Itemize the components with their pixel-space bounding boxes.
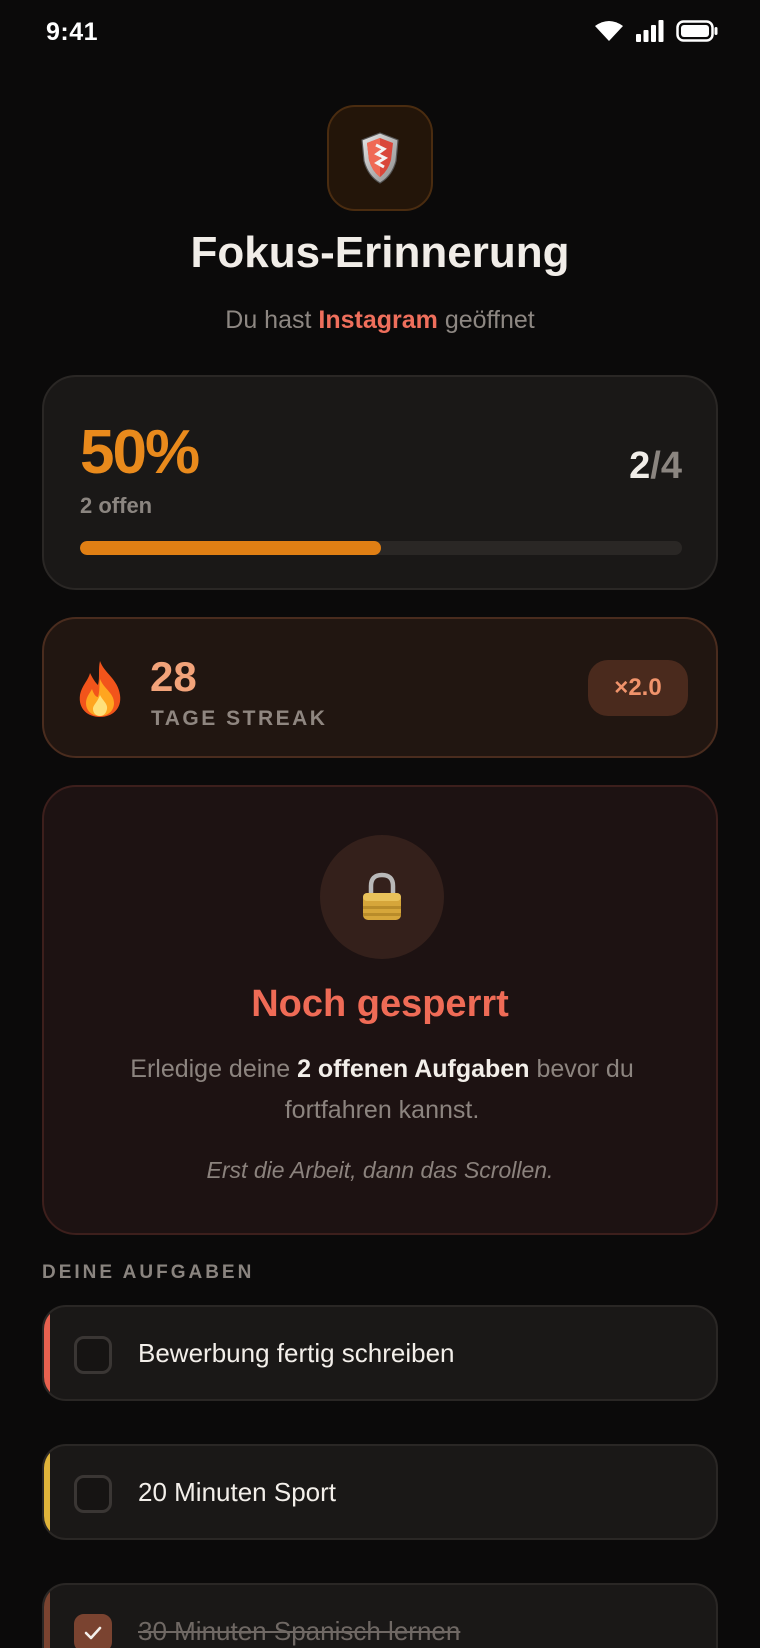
streak-card: 28 TAGE STREAK ×2.0 xyxy=(42,617,718,758)
progress-percent: 50% xyxy=(80,418,200,487)
task-label: 30 Minuten Spanisch lernen xyxy=(138,1615,461,1646)
streak-days: 28 xyxy=(150,653,197,700)
wifi-icon xyxy=(595,21,623,41)
task-checkbox[interactable] xyxy=(74,1336,112,1374)
flame-icon xyxy=(79,661,121,717)
progress-done: 2 xyxy=(629,445,651,487)
task-item[interactable]: Bewerbung fertig schreiben xyxy=(42,1305,718,1401)
progress-card: 50% 2 offen 2/4 xyxy=(42,375,718,590)
progress-open-count: 2 offen xyxy=(80,493,153,518)
status-icons xyxy=(594,20,718,42)
lock-message-highlight: 2 offenen Aufgaben xyxy=(297,1055,530,1083)
task-priority-accent xyxy=(44,1585,50,1648)
streak-label: TAGE STREAK xyxy=(151,707,328,730)
progress-bar-fill xyxy=(80,541,381,555)
task-priority-accent xyxy=(44,1307,50,1399)
blocked-app-name: Instagram xyxy=(318,306,438,334)
streak-multiplier-badge: ×2.0 xyxy=(588,660,688,716)
status-bar: 9:41 xyxy=(0,0,760,70)
page-subtitle: Du hast Instagram geöffnet xyxy=(0,306,760,335)
checkmark-icon xyxy=(84,1626,102,1640)
lock-title: Noch gesperrt xyxy=(251,983,509,1025)
lock-card: Noch gesperrt Erledige deine 2 offenen A… xyxy=(42,785,718,1235)
shield-icon xyxy=(361,132,399,184)
task-item[interactable]: 30 Minuten Spanisch lernen xyxy=(42,1583,718,1648)
task-label: Bewerbung fertig schreiben xyxy=(138,1337,455,1368)
status-time: 9:41 xyxy=(46,18,99,46)
lock-icon-container xyxy=(320,835,444,959)
lock-message: Erledige deine 2 offenen Aufgaben bevor … xyxy=(114,1049,650,1131)
task-label: 20 Minuten Sport xyxy=(138,1476,337,1507)
subtitle-prefix: Du hast xyxy=(225,306,312,334)
app-icon xyxy=(327,105,433,211)
progress-slash: / xyxy=(650,445,661,487)
lock-quote: Erst die Arbeit, dann das Scrollen. xyxy=(206,1157,554,1183)
task-checkbox[interactable] xyxy=(74,1614,112,1648)
battery-icon xyxy=(676,20,718,42)
task-priority-accent xyxy=(44,1446,50,1538)
subtitle-suffix: geöffnet xyxy=(444,306,535,334)
page-title: Fokus-Erinnerung xyxy=(190,228,570,277)
progress-total: 4 xyxy=(660,445,682,487)
tasks-section-label: DEINE AUFGABEN xyxy=(42,1262,255,1283)
lock-icon xyxy=(363,872,401,920)
task-checkbox[interactable] xyxy=(74,1475,112,1513)
progress-bar xyxy=(80,541,682,555)
task-item[interactable]: 20 Minuten Sport xyxy=(42,1444,718,1540)
progress-count: 2/4 xyxy=(629,445,682,488)
signal-icon xyxy=(636,20,664,42)
lock-message-prefix: Erledige deine xyxy=(130,1055,291,1083)
